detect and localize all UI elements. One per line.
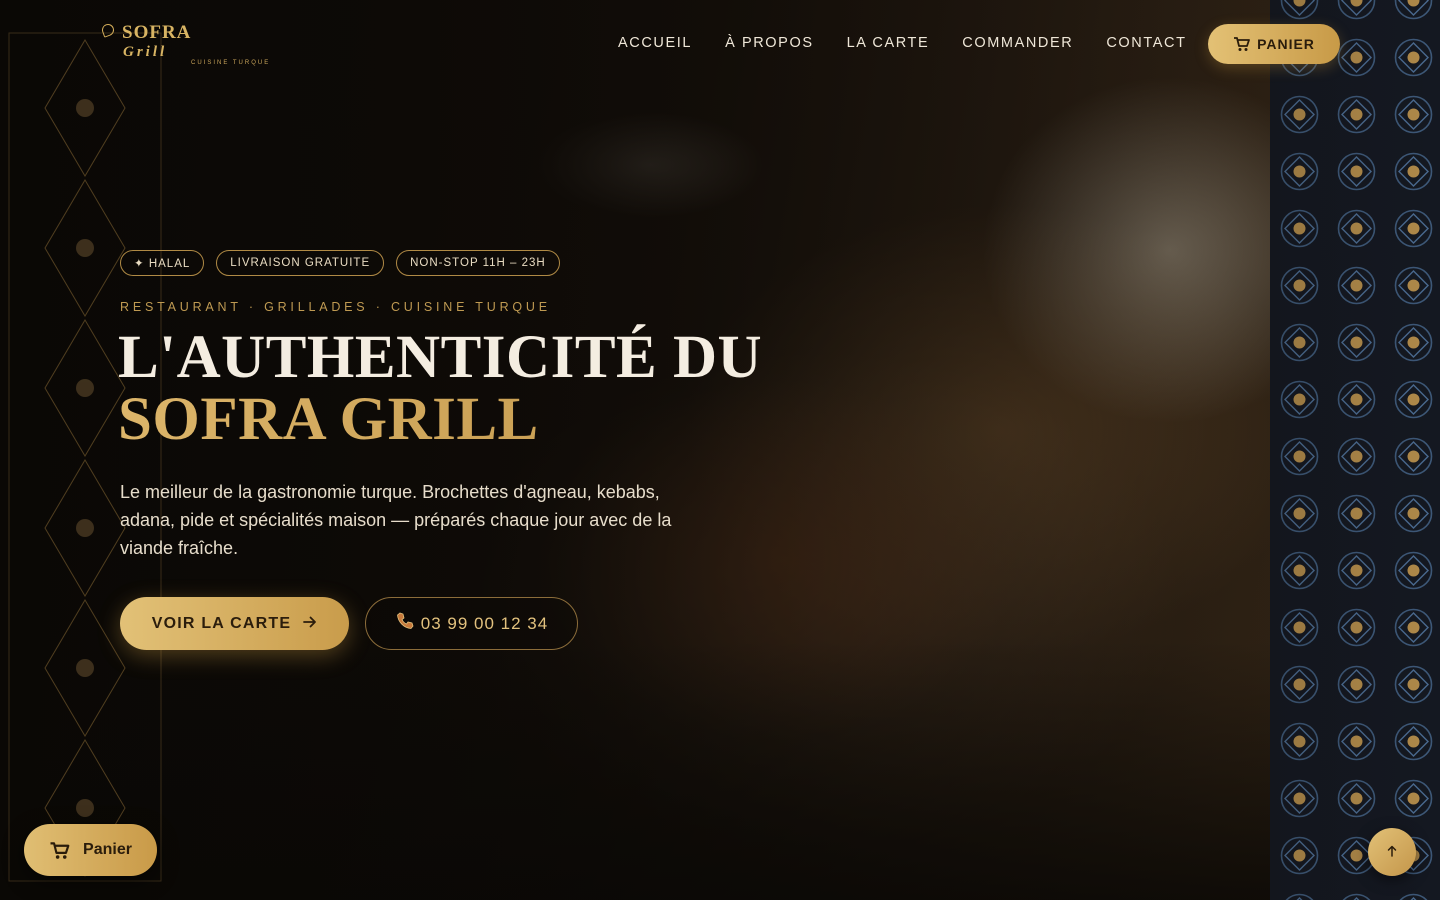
right-tile-pattern <box>1270 0 1440 900</box>
brand-tagline: CUISINE TURQUE <box>191 60 271 66</box>
arrow-up-icon <box>1387 845 1397 860</box>
phone-icon <box>395 611 415 636</box>
hero-eyebrow: RESTAURANT · GRILLADES · CUISINE TURQUE <box>120 300 551 314</box>
hero-title: L'AUTHENTICITÉ DU SOFRA GRILL <box>118 327 762 451</box>
hero-title-line2: SOFRA GRILL <box>118 389 762 451</box>
hero-badges: ✦ HALAL LIVRAISON GRATUITE NON-STOP 11H … <box>120 250 560 276</box>
cart-icon <box>49 841 71 860</box>
nav-item-contact[interactable]: CONTACT <box>1106 35 1186 51</box>
main-nav: ACCUEIL À PROPOS LA CARTE COMMANDER CONT… <box>618 35 1187 51</box>
left-diamond-ornament <box>8 32 162 882</box>
brand-name: SOFRA <box>122 22 192 43</box>
floating-cart-label: Panier <box>83 841 132 858</box>
view-menu-label: VOIR LA CARTE <box>151 614 292 632</box>
badge-livraison: LIVRAISON GRATUITE <box>216 250 385 276</box>
nav-item-a-propos[interactable]: À PROPOS <box>725 35 814 51</box>
phone-button[interactable]: 03 99 00 12 34 <box>365 597 578 650</box>
header-cart-label: PANIER <box>1257 36 1315 52</box>
back-to-top-button[interactable] <box>1368 828 1416 876</box>
phone-number: 03 99 00 12 34 <box>420 613 549 633</box>
nav-item-commander[interactable]: COMMANDER <box>962 35 1073 51</box>
view-menu-button[interactable]: VOIR LA CARTE <box>120 597 349 650</box>
arrow-right-icon <box>303 615 317 633</box>
badge-hours: NON-STOP 11H – 23H <box>396 250 560 276</box>
cart-icon <box>1233 36 1251 52</box>
hero-description: Le meilleur de la gastronomie turque. Br… <box>120 482 672 558</box>
header-cart-button[interactable]: PANIER <box>1208 24 1340 64</box>
logo-leaf-icon <box>100 22 116 38</box>
brand-logo[interactable]: SOFRA Grill CUISINE TURQUE <box>100 22 282 72</box>
brand-sub: Grill <box>123 44 168 60</box>
hero-title-line1: L'AUTHENTICITÉ DU <box>118 324 763 391</box>
floating-cart-button[interactable]: Panier <box>24 824 157 876</box>
nav-item-accueil[interactable]: ACCUEIL <box>618 35 692 51</box>
nav-item-la-carte[interactable]: LA CARTE <box>847 35 930 51</box>
badge-halal: ✦ HALAL <box>120 250 205 276</box>
